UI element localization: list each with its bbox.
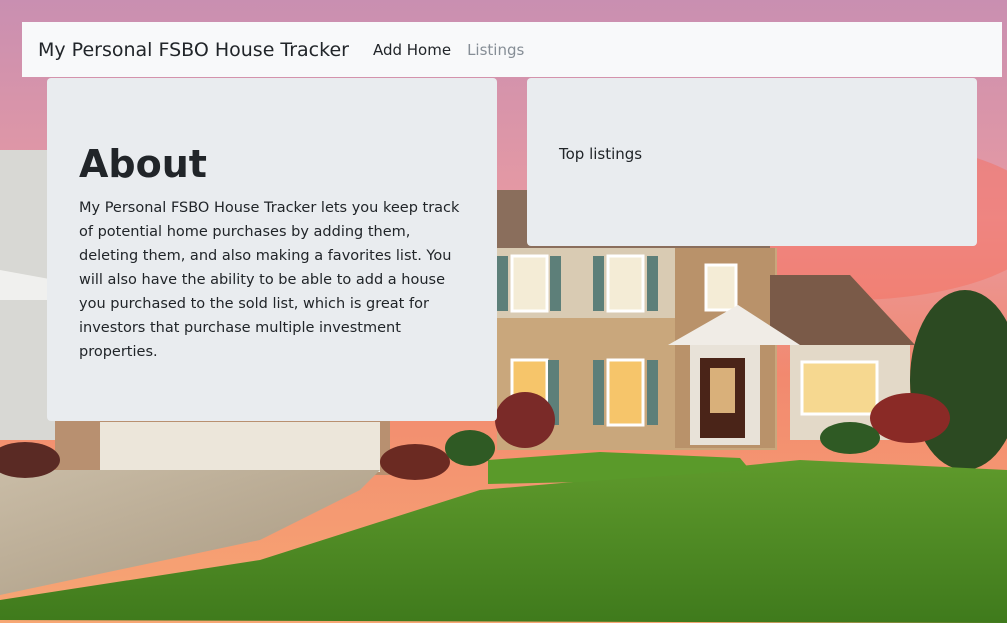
about-heading: About (79, 142, 207, 186)
brand-link[interactable]: My Personal FSBO House Tracker (38, 39, 349, 61)
nav-link-add-home[interactable]: Add Home (373, 41, 451, 59)
about-description: My Personal FSBO House Tracker lets you … (79, 199, 460, 360)
nav-link-listings[interactable]: Listings (467, 41, 524, 59)
top-listings-card: Top listings (527, 78, 977, 246)
navbar: My Personal FSBO House Tracker Add Home … (22, 22, 1002, 77)
top-listings-heading: Top listings (559, 145, 643, 163)
page: My Personal FSBO House Tracker Add Home … (0, 0, 1007, 623)
about-card: About My Personal FSBO House Tracker let… (47, 78, 497, 421)
